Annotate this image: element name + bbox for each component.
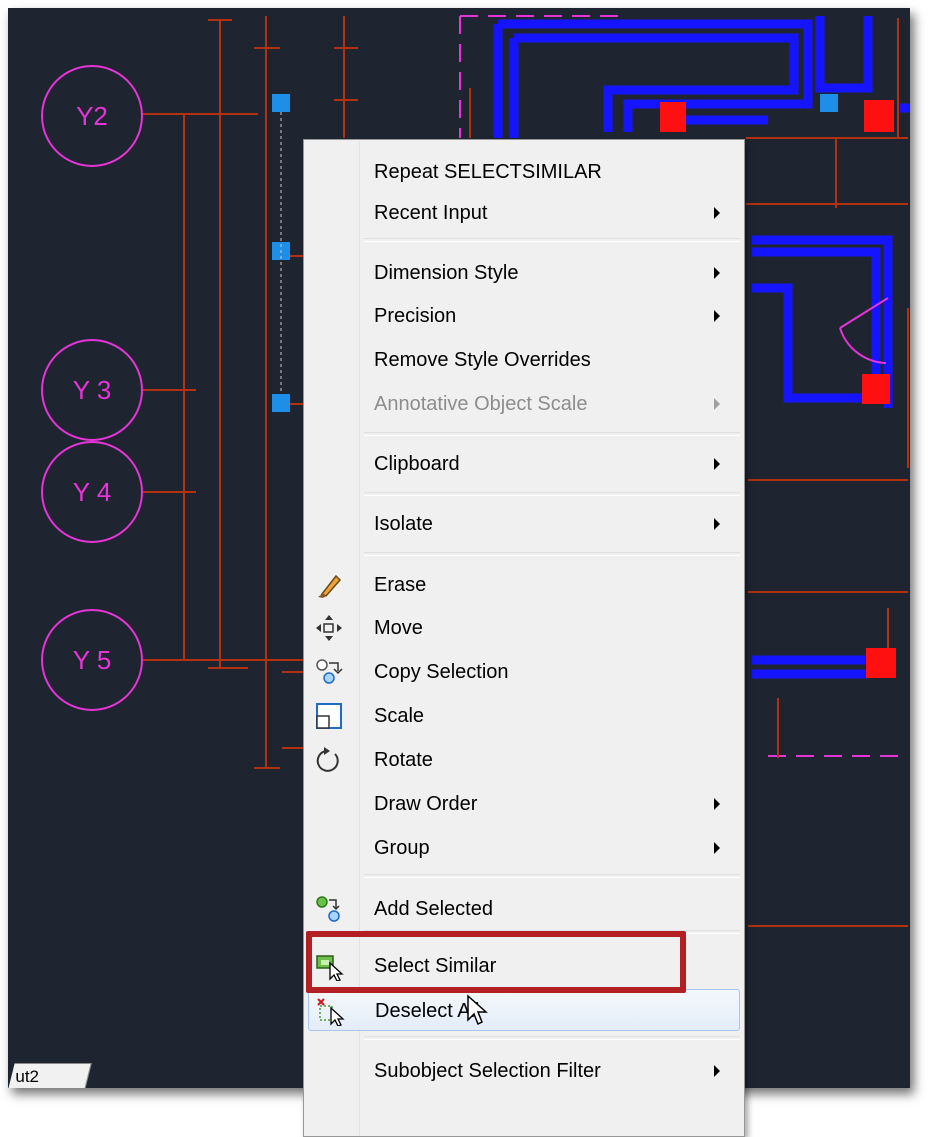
menu-item-scale[interactable]: Scale [308,695,740,737]
menu-separator [364,1036,740,1040]
menu-item-label: Precision [374,305,457,327]
menu-item-label: Move [374,617,423,639]
submenu-arrow-icon [714,1065,720,1077]
submenu-arrow-icon [714,207,720,219]
layout-tab-label: ut2 [15,1067,40,1086]
menu-item-precision[interactable]: Precision [308,295,740,337]
menu-item-label: Dimension Style [374,262,519,284]
menu-item-remove-style-overrides[interactable]: Remove Style Overrides [308,339,740,381]
menu-item-label: Clipboard [374,453,460,475]
menu-separator [364,552,740,556]
menu-item-rotate[interactable]: Rotate [308,739,740,781]
submenu-arrow-icon [714,398,720,410]
menu-item-label: Copy Selection [374,661,509,683]
submenu-arrow-icon [714,518,720,530]
submenu-arrow-icon [714,798,720,810]
menu-item-deselect-all[interactable]: Deselect All [308,989,740,1031]
menu-item-label: Repeat SELECTSIMILAR [374,161,602,183]
menu-item-copy-selection[interactable]: Copy Selection [308,651,740,693]
menu-item-isolate[interactable]: Isolate [308,503,740,545]
menu-item-annotative-object-scale[interactable]: Annotative Object Scale [308,383,740,425]
menu-item-clipboard[interactable]: Clipboard [308,443,740,485]
menu-item-move[interactable]: Move [308,607,740,649]
axis-label-y2: Y2 [76,101,108,131]
copy-selection-icon [314,657,344,687]
menu-item-draw-order[interactable]: Draw Order [308,783,740,825]
menu-item-label: Draw Order [374,793,478,815]
menu-item-label: Add Selected [374,898,493,920]
menu-item-recent-input[interactable]: Recent Input [308,192,740,234]
menu-item-label: Erase [374,574,427,596]
menu-separator [364,238,740,242]
menu-item-label: Subobject Selection Filter [374,1060,601,1082]
deselect-all-icon [315,996,345,1027]
highlight-annotation [306,931,686,993]
menu-item-label: Deselect All [375,1000,480,1022]
layout-tab[interactable]: ut2 [8,1063,92,1088]
submenu-arrow-icon [714,842,720,854]
menu-item-label: Group [374,837,430,859]
menu-separator [364,874,740,878]
mouse-cursor-icon [467,994,488,1026]
submenu-arrow-icon [714,458,720,470]
menu-item-erase[interactable]: Erase [308,564,740,606]
menu-separator [364,432,740,436]
menu-separator [364,492,740,496]
move-icon [314,613,344,643]
axis-label-y4: Y 4 [72,477,112,507]
menu-item-label: Isolate [374,513,433,535]
scale-icon [314,701,344,731]
rotate-icon [314,745,344,775]
menu-item-label: Annotative Object Scale [374,393,588,415]
menu-item-add-selected[interactable]: Add Selected [308,888,740,930]
axis-label-y3: Y 3 [72,375,112,405]
add-selected-icon [314,894,344,924]
menu-item-dimension-style[interactable]: Dimension Style [308,252,740,294]
menu-item-group[interactable]: Group [308,827,740,869]
submenu-arrow-icon [714,267,720,279]
eraser-icon [314,570,344,600]
menu-item-label: Remove Style Overrides [374,349,591,371]
menu-item-label: Scale [374,705,425,727]
axis-label-y5: Y 5 [72,645,112,675]
menu-item-label: Recent Input [374,202,488,224]
menu-item-subobject-selection-filter[interactable]: Subobject Selection Filter [308,1050,740,1092]
menu-item-label: Rotate [374,749,433,771]
submenu-arrow-icon [714,310,720,322]
menu-item-repeat-selectsimilar[interactable]: Repeat SELECTSIMILAR [308,151,740,193]
